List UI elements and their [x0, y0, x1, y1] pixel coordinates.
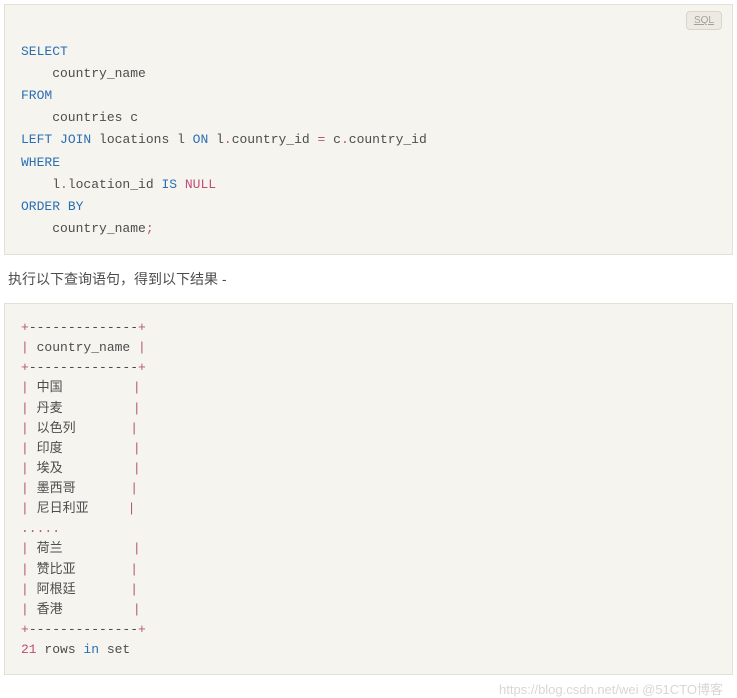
result-block: +--------------+ | country_name | +-----…: [4, 303, 733, 675]
pipe: |: [130, 582, 138, 597]
l5a: locations l: [91, 132, 192, 147]
border-plus: +: [138, 360, 146, 375]
pipe: |: [133, 401, 141, 416]
language-badge: SQL: [686, 11, 722, 30]
row-cell: 丹麦: [29, 401, 133, 416]
border-dash: --------------: [29, 360, 138, 375]
kw-from: FROM: [21, 88, 52, 103]
border-plus: +: [21, 360, 29, 375]
sql-code-block: SQLSELECT country_name FROM countries c …: [4, 4, 733, 255]
l5b: l: [208, 132, 224, 147]
line-4: countries c: [21, 110, 138, 125]
paragraph-text: 执行以下查询语句，得到以下结果 -: [8, 269, 729, 289]
kw-on: ON: [193, 132, 209, 147]
l7sp: [177, 177, 185, 192]
pipe: |: [130, 481, 138, 496]
pipe: |: [21, 421, 29, 436]
row-cell: 墨西哥: [29, 481, 130, 496]
kw-order: ORDER: [21, 199, 60, 214]
l8sp: [60, 199, 68, 214]
border-dash: --------------: [29, 622, 138, 637]
kw-join: JOIN: [60, 132, 91, 147]
pipe: |: [21, 501, 29, 516]
l9a: country_name: [21, 221, 146, 236]
line-2: country_name: [21, 66, 146, 81]
pipe: |: [138, 340, 146, 355]
pipe: |: [133, 602, 141, 617]
l5c: country_id: [232, 132, 318, 147]
pipe: |: [21, 401, 29, 416]
l7a: l: [21, 177, 60, 192]
row-count: 21: [21, 642, 37, 657]
row-cell: 以色列: [29, 421, 130, 436]
pipe: |: [21, 562, 29, 577]
op-dot1: .: [224, 132, 232, 147]
l7b: location_id: [68, 177, 162, 192]
pipe: |: [133, 461, 141, 476]
row-cell: 香港: [29, 602, 133, 617]
border-plus: +: [21, 320, 29, 335]
pipe: |: [133, 441, 141, 456]
kw-null: NULL: [185, 177, 216, 192]
watermark: https://blog.csdn.net/wei @51CTO博客: [0, 679, 737, 698]
kw-in: in: [83, 642, 99, 657]
row-cell: 印度: [29, 441, 133, 456]
op-dot3: .: [60, 177, 68, 192]
border-plus: +: [21, 622, 29, 637]
op-dot2: .: [341, 132, 349, 147]
pipe: |: [21, 340, 29, 355]
row-cell: 中国: [29, 380, 133, 395]
footer-b: set: [99, 642, 130, 657]
pipe: |: [21, 380, 29, 395]
kw-is: IS: [161, 177, 177, 192]
pipe: |: [21, 602, 29, 617]
footer-a: rows: [37, 642, 84, 657]
border-plus: +: [138, 622, 146, 637]
pipe: |: [21, 582, 29, 597]
row-cell: 埃及: [29, 461, 133, 476]
op-semi: ;: [146, 221, 154, 236]
pipe: |: [133, 380, 141, 395]
ellipsis: .....: [21, 521, 60, 536]
l5e: country_id: [349, 132, 427, 147]
border-plus: +: [138, 320, 146, 335]
pipe: |: [130, 562, 138, 577]
row-cell: 尼日利亚: [29, 501, 128, 516]
kw-select: SELECT: [21, 44, 68, 59]
row-cell: 阿根廷: [29, 582, 130, 597]
pipe: |: [21, 461, 29, 476]
pipe: |: [21, 481, 29, 496]
row-cell: 赞比亚: [29, 562, 130, 577]
kw-where: WHERE: [21, 155, 60, 170]
kw-by: BY: [68, 199, 84, 214]
pipe: |: [21, 541, 29, 556]
row-cell: 荷兰: [29, 541, 133, 556]
pipe: |: [133, 541, 141, 556]
kw-left: LEFT: [21, 132, 52, 147]
pipe: |: [21, 441, 29, 456]
border-dash: --------------: [29, 320, 138, 335]
header-text: country_name: [29, 340, 138, 355]
l5d: c: [325, 132, 341, 147]
pipe: |: [128, 501, 136, 516]
pipe: |: [130, 421, 138, 436]
